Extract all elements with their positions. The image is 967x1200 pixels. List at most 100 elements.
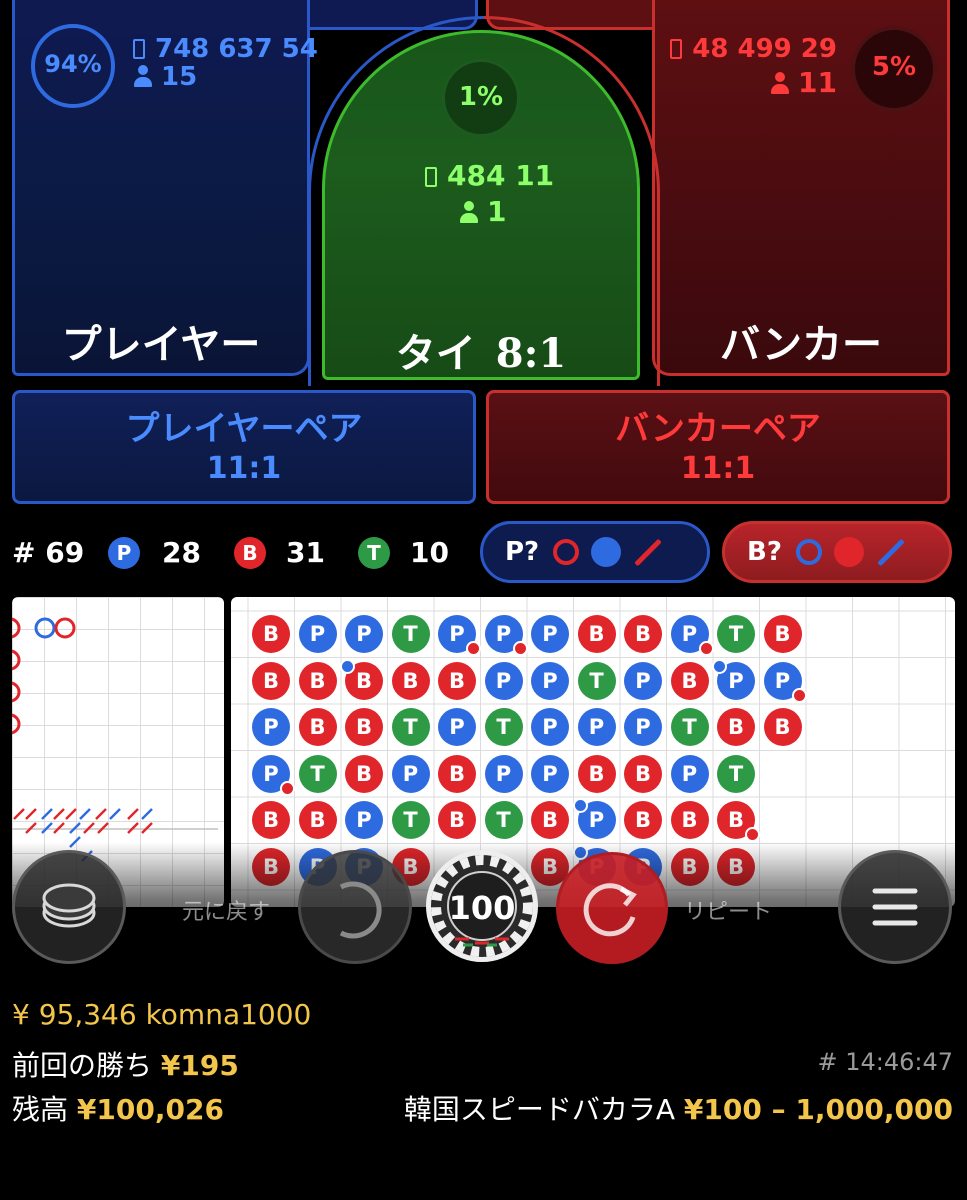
banker-predict-label: B? bbox=[747, 537, 782, 567]
bead-cell: B bbox=[298, 708, 337, 746]
bead-cell: P bbox=[438, 708, 476, 746]
bead-cell: P bbox=[484, 754, 523, 793]
player-label: プレイヤー bbox=[61, 321, 261, 368]
bead-cell: B bbox=[577, 615, 616, 653]
bead-cell: P bbox=[345, 801, 383, 839]
banker-bet-area[interactable]: 48 499 29 11 5% バンカー bbox=[652, 0, 950, 376]
player-percent: 94% bbox=[44, 50, 102, 78]
bead-cell: B bbox=[624, 801, 662, 839]
red-slash-icon bbox=[634, 538, 662, 566]
tie-bettors-count: 1 bbox=[487, 195, 507, 228]
bead-cell: P bbox=[624, 708, 662, 746]
coin-icon bbox=[133, 39, 145, 59]
last-win-row: 前回の勝ち ¥195 bbox=[12, 1044, 239, 1084]
banker-pair-marker-icon bbox=[698, 641, 714, 656]
player-bettors-count: 15 bbox=[161, 62, 198, 92]
chip-selector[interactable]: 100 bbox=[426, 850, 538, 962]
user-balance-line: ¥ 95,346 komna1000 bbox=[12, 998, 312, 1031]
red-ring-icon bbox=[553, 539, 580, 565]
bead-cell: B bbox=[624, 615, 662, 653]
bead-cell: T bbox=[391, 708, 430, 746]
bead-cell: T bbox=[484, 708, 523, 746]
coin-icon bbox=[425, 167, 437, 187]
bead-cell: P bbox=[252, 708, 290, 746]
undo-label: 元に戻す bbox=[182, 900, 271, 925]
tie-percent-ring: 1% bbox=[442, 59, 520, 137]
bead-cell: B bbox=[298, 801, 337, 839]
tie-win-count: 10 bbox=[410, 536, 449, 569]
bead-cell: B bbox=[298, 661, 337, 700]
bead-cell: B bbox=[252, 801, 290, 839]
player-pair-label: プレイヤーペア bbox=[125, 409, 363, 449]
bead-cell: B bbox=[345, 708, 383, 746]
bead-cell: B bbox=[717, 801, 760, 842]
bead-cell: P bbox=[531, 754, 569, 793]
banker-pair-marker-icon bbox=[512, 641, 528, 656]
banker-win-badge: B bbox=[234, 537, 266, 569]
blue-ring-icon bbox=[795, 539, 822, 565]
balance-row: 残高 ¥100,026 bbox=[12, 1088, 224, 1128]
banker-bet-amount: 48 499 29 bbox=[692, 34, 837, 64]
banker-percent: 5% bbox=[871, 52, 917, 82]
bead-cell: T bbox=[577, 661, 616, 700]
player-pair-bet-area[interactable]: プレイヤーペア 11:1 bbox=[12, 390, 476, 504]
banker-bettors-row: 11 bbox=[770, 66, 837, 99]
bead-cell: B bbox=[624, 754, 662, 793]
banker-predict-button[interactable]: B? bbox=[722, 521, 952, 583]
banker-bettors-count: 11 bbox=[798, 66, 837, 99]
menu-button[interactable] bbox=[838, 850, 952, 964]
bead-cell: P bbox=[531, 615, 569, 653]
balance-label: 残高 bbox=[12, 1093, 69, 1126]
round-number: # 69 bbox=[12, 536, 85, 569]
bead-cell: P bbox=[484, 661, 523, 700]
chip-stack-button[interactable] bbox=[12, 850, 126, 964]
player-bet-area[interactable]: 94% 748 637 54 15 プレイヤー bbox=[12, 0, 318, 376]
banker-label: バンカー bbox=[720, 321, 882, 368]
bead-cell: B bbox=[340, 658, 383, 700]
tie-bet-amount: 484 11 bbox=[447, 159, 555, 192]
last-win-value: ¥195 bbox=[160, 1049, 239, 1082]
tie-win-badge: T bbox=[358, 537, 390, 569]
tie-bet-area[interactable]: 1% 484 11 1 タイ 8:1 bbox=[322, 30, 640, 380]
tie-odds: 8:1 bbox=[495, 330, 567, 377]
person-icon bbox=[133, 65, 153, 87]
repeat-label: リピート bbox=[684, 900, 773, 925]
bead-cell: P bbox=[484, 615, 528, 656]
person-icon bbox=[459, 201, 479, 223]
bead-cell: B bbox=[531, 801, 569, 839]
banker-pair-bet-area[interactable]: バンカーペア 11:1 bbox=[486, 390, 950, 504]
player-predict-label: P? bbox=[505, 537, 540, 567]
tie-bet-amount-row: 484 11 bbox=[425, 159, 554, 192]
bead-cell: B bbox=[438, 801, 476, 839]
bead-cell: T bbox=[717, 754, 755, 793]
bead-cell: P bbox=[391, 754, 430, 793]
player-bet-amount: 748 637 54 bbox=[155, 34, 318, 64]
bead-cell: B bbox=[438, 754, 476, 793]
bead-cell: P bbox=[252, 754, 295, 796]
bead-cell: P bbox=[624, 661, 662, 700]
player-percent-ring: 94% bbox=[31, 24, 115, 108]
player-predict-button[interactable]: P? bbox=[480, 521, 710, 583]
bead-cell: T bbox=[717, 615, 755, 653]
blue-dot-icon bbox=[591, 537, 622, 567]
bead-cell: B bbox=[670, 661, 709, 700]
bead-cell: B bbox=[252, 661, 290, 700]
bead-cell: P bbox=[763, 661, 807, 703]
bead-cell: T bbox=[391, 801, 430, 839]
banker-pair-marker-icon bbox=[280, 780, 295, 796]
bead-cell: B bbox=[391, 661, 430, 700]
bead-cell: T bbox=[391, 615, 430, 653]
bead-cell: B bbox=[717, 708, 755, 746]
bead-cell: P bbox=[298, 615, 337, 653]
undo-button[interactable] bbox=[298, 850, 412, 964]
chip-stack-icon bbox=[42, 883, 96, 928]
game-id: # 14:46:47 bbox=[817, 1048, 953, 1076]
banker-pair-marker-icon bbox=[791, 687, 807, 703]
bead-cell: P bbox=[531, 708, 569, 746]
bead-cell: T bbox=[298, 754, 337, 793]
tie-bettors-row: 1 bbox=[459, 195, 506, 228]
repeat-button[interactable] bbox=[556, 852, 668, 964]
tie-label-row: タイ 8:1 bbox=[325, 321, 637, 379]
banker-percent-ring: 5% bbox=[851, 26, 937, 112]
bead-cell: P bbox=[670, 754, 709, 793]
